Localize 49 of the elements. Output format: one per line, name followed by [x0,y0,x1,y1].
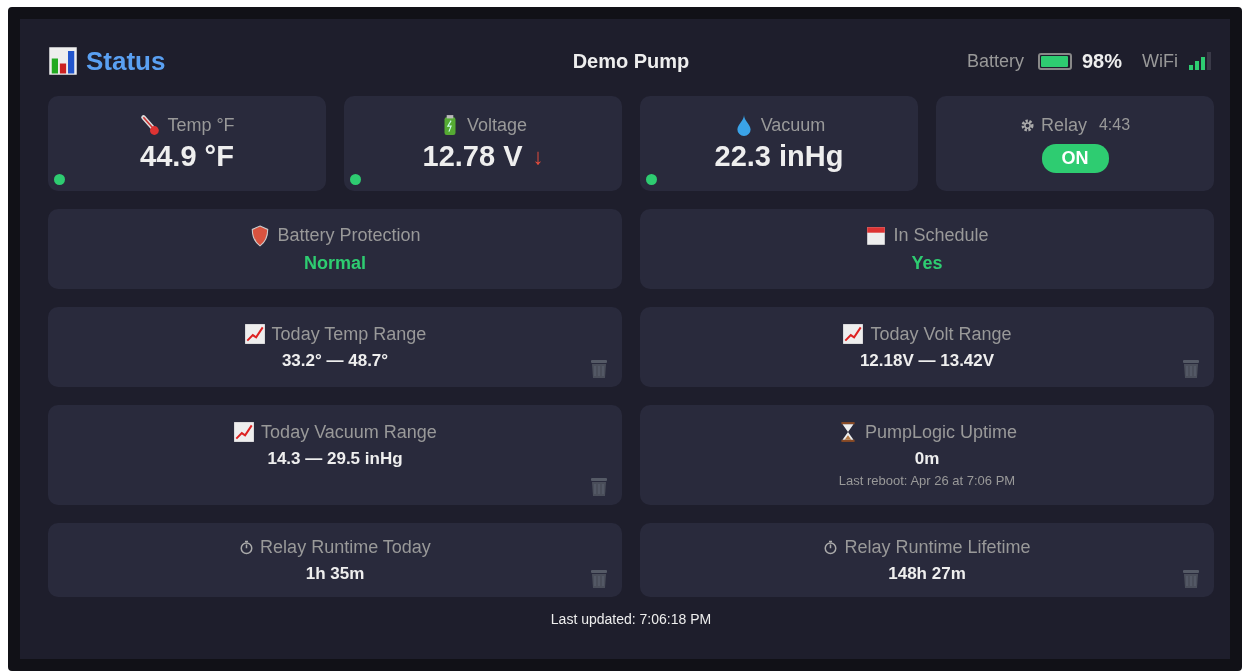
signal-icon [1188,51,1214,71]
card-label: Today Volt Range [870,323,1012,345]
line-chart-icon [233,421,256,443]
relay-timer: 4:43 [1098,116,1131,134]
battery-icon [1038,52,1072,70]
metric-label: Relay [1040,114,1087,136]
trash-icon[interactable] [590,569,608,589]
trash-icon[interactable] [590,359,608,379]
stopwatch-icon [823,539,839,555]
card-label: In Schedule [893,225,989,246]
card-label: Relay Runtime Today [260,536,431,558]
card-value: 12.18V — 13.42V [859,351,995,371]
wifi-label: WiFi [1142,50,1178,72]
metric-label: Vacuum [760,114,826,136]
line-chart-icon [243,323,266,345]
metric-value: 12.78 V [422,140,523,173]
trash-icon[interactable] [590,477,608,497]
reboot-note: Last reboot: Apr 26 at 7:06 PM [838,473,1016,488]
trash-icon[interactable] [1182,359,1200,379]
card-label: PumpLogic Uptime [864,421,1018,443]
card-value: 0m [914,449,940,469]
stopwatch-icon [239,539,255,555]
metric-label: Voltage [466,114,528,136]
card-label: Relay Runtime Lifetime [844,536,1031,558]
last-updated: Last updated: 7:06:18 PM [549,611,713,627]
device-name: Demo Pump [572,49,690,73]
card-value: 14.3 — 29.5 inHg [267,449,403,469]
card-value: 148h 27m [888,563,966,584]
metric-label: Temp °F [167,114,235,136]
trend-arrow: ↓ [532,143,544,170]
battery-label: Battery [966,50,1024,72]
bar-chart-icon [48,46,78,76]
calendar-icon [865,224,888,247]
card-label: Today Vacuum Range [261,421,437,443]
card-value: 1h 35m [305,563,365,584]
gear-icon [1019,117,1035,133]
card-value: Yes [911,252,943,274]
trash-icon[interactable] [1182,569,1200,589]
page-title: Status [86,45,166,77]
card-value: Normal [304,252,366,274]
card-label: Battery Protection [277,225,421,246]
card-label: Today Temp Range [271,323,427,345]
metric-value: 44.9 °F [140,140,234,173]
relay-status-badge: ON [1041,143,1109,173]
thermometer-icon [139,114,162,136]
line-chart-icon [842,323,865,345]
card-value: 33.2° — 48.7° [281,351,389,371]
metric-value: 22.3 inHg [714,140,844,173]
battery-percent: 98% [1082,49,1122,73]
